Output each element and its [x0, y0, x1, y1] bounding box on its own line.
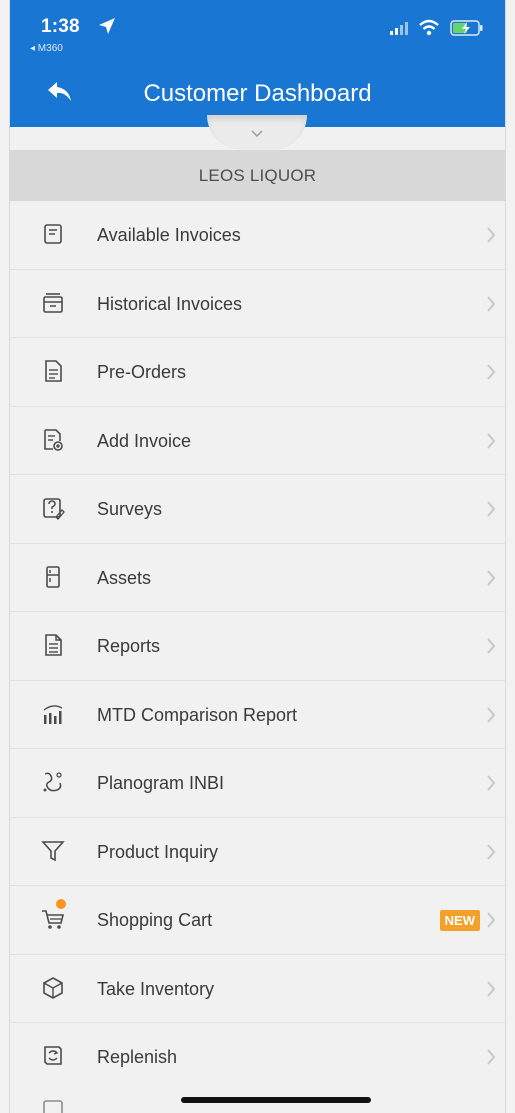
menu-item-label: Add Invoice: [97, 430, 192, 451]
chevron-right-icon: [487, 501, 496, 517]
menu-item-label: Planogram INBI: [97, 773, 225, 793]
menu-item-reports[interactable]: Reports: [10, 612, 505, 681]
battery-charging-icon: [450, 20, 483, 36]
menu-item-label: Pre-Orders: [97, 362, 187, 382]
historical-invoices-icon: [43, 292, 63, 313]
customer-name: LEOS LIQUOR: [198, 165, 317, 185]
menu-item-assets[interactable]: Assets: [10, 544, 505, 612]
menu-item-label: Assets: [97, 567, 152, 588]
signal-icon: [390, 22, 408, 35]
wifi-icon: [419, 19, 439, 36]
status-time: 1:38: [41, 16, 80, 37]
menu-item-label: Surveys: [97, 499, 163, 519]
menu-item-add-invoice[interactable]: Add Invoice: [10, 407, 505, 475]
menu-item-label: Available Invoices: [97, 225, 241, 245]
dashboard-menu: Available Invoices Historical Invoices P…: [10, 201, 505, 1092]
header-bar: 1:38 ◂ M360 Customer Dashboard: [10, 0, 505, 127]
menu-item-shopping-cart[interactable]: Shopping Cart NEW: [10, 886, 505, 955]
location-arrow-icon: [99, 18, 115, 34]
status-indicators: [368, 18, 488, 38]
menu-item-product-inquiry[interactable]: Product Inquiry: [10, 818, 505, 886]
menu-item-label: Take Inventory: [97, 978, 215, 999]
chevron-right-icon: [487, 912, 496, 928]
surveys-icon: [43, 498, 65, 520]
chevron-down-icon: [251, 130, 263, 138]
chevron-right-icon: [487, 432, 496, 449]
available-invoices-icon: [44, 224, 62, 244]
shopping-cart-icon: [42, 910, 65, 929]
chevron-right-icon: [487, 1049, 496, 1065]
chevron-right-icon: [487, 364, 496, 380]
menu-item-planogram-inbi[interactable]: Planogram INBI: [10, 749, 505, 818]
menu-item-pre-orders[interactable]: Pre-Orders: [10, 338, 505, 407]
menu-item-take-inventory[interactable]: Take Inventory: [10, 955, 505, 1023]
assets-icon: [46, 565, 60, 588]
pre-orders-icon: [45, 360, 62, 382]
customer-name-bar: LEOS LIQUOR: [10, 150, 505, 201]
menu-item-label: Product Inquiry: [97, 841, 219, 862]
product-inquiry-filter-icon: [41, 840, 65, 861]
new-badge: NEW: [439, 910, 480, 931]
take-inventory-icon: [43, 976, 63, 999]
chevron-right-icon: [487, 775, 496, 791]
menu-item-mtd-comparison-report[interactable]: MTD Comparison Report: [10, 681, 505, 749]
menu-item-label: Shopping Cart: [97, 910, 213, 930]
mtd-comparison-report-icon: [43, 704, 63, 724]
chevron-right-icon: [487, 706, 496, 723]
menu-item-label: MTD Comparison Report: [97, 704, 298, 725]
add-invoice-icon: [44, 428, 63, 451]
planogram-icon: [43, 772, 62, 792]
chevron-right-icon: [487, 227, 496, 243]
reports-icon: [45, 634, 62, 656]
cart-notification-dot: [56, 899, 66, 909]
partial-item-icon: [43, 1100, 63, 1113]
chevron-right-icon: [487, 295, 496, 312]
chevron-right-icon: [487, 980, 496, 997]
menu-item-replenish[interactable]: Replenish: [10, 1023, 505, 1092]
menu-item-label: Historical Invoices: [97, 293, 243, 314]
menu-item-label: Reports: [97, 636, 161, 656]
chevron-right-icon: [487, 843, 496, 860]
app-screen: 1:38 ◂ M360 Customer Dashboard LEOS LIQU…: [10, 0, 505, 1113]
collapse-handle[interactable]: [207, 115, 307, 150]
replenish-icon: [44, 1046, 62, 1065]
menu-item-label: Replenish: [97, 1047, 178, 1067]
menu-item-surveys[interactable]: Surveys: [10, 475, 505, 544]
menu-item-historical-invoices[interactable]: Historical Invoices: [10, 270, 505, 338]
chevron-right-icon: [487, 569, 496, 586]
menu-item-available-invoices[interactable]: Available Invoices: [10, 201, 505, 270]
page-title: Customer Dashboard: [143, 80, 372, 107]
back-to-app-link[interactable]: ◂ M360: [30, 43, 63, 54]
chevron-right-icon: [487, 638, 496, 654]
home-indicator[interactable]: [181, 1097, 371, 1103]
